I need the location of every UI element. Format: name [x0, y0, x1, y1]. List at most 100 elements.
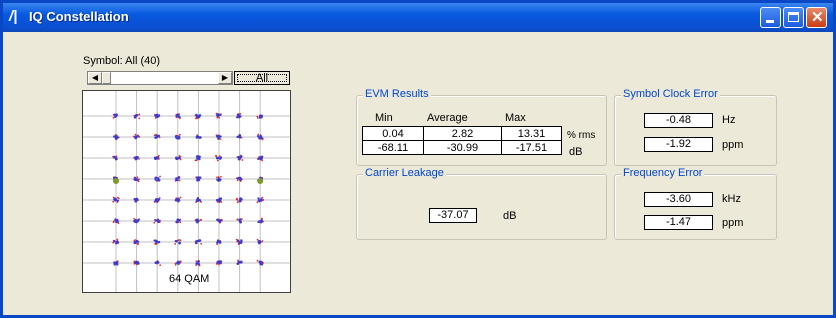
- constellation-point: [197, 178, 201, 182]
- constellation-point: [215, 156, 219, 160]
- constellation-point: [137, 218, 140, 222]
- constellation-point: [197, 239, 200, 243]
- constellation-point: [155, 134, 158, 137]
- constellation-point: [175, 240, 178, 243]
- title-bar[interactable]: /| IQ Constellation ✕: [3, 3, 833, 32]
- noise-point: [256, 259, 259, 262]
- constellation-point: [240, 239, 243, 242]
- noise-point: [178, 179, 181, 182]
- noise-point: [115, 155, 118, 158]
- noise-point: [257, 133, 260, 136]
- noise-point: [116, 238, 119, 241]
- constellation-point: [216, 113, 219, 116]
- symbol-scrollbar[interactable]: ◀ ▶: [87, 71, 233, 85]
- scroll-left-button[interactable]: ◀: [88, 72, 102, 84]
- noise-point: [159, 264, 162, 267]
- close-button[interactable]: ✕: [806, 7, 827, 28]
- constellation-point: [218, 179, 221, 182]
- symbol-clock-error-title: Symbol Clock Error: [621, 88, 720, 100]
- constellation-point: [134, 135, 138, 138]
- pilot-point: [257, 178, 264, 184]
- carrier-leakage-unit: dB: [503, 210, 517, 222]
- symbol-label: Symbol: All (40): [83, 55, 161, 67]
- noise-point: [241, 159, 244, 161]
- constellation-point: [176, 137, 180, 140]
- constellation-point: [133, 116, 137, 119]
- maximize-icon: [788, 12, 799, 22]
- carrier-leakage-title: Carrier Leakage: [363, 167, 446, 179]
- constellation-point: [178, 241, 181, 244]
- constellation-point: [113, 135, 116, 138]
- constellation-point: [258, 199, 261, 203]
- constellation-point: [217, 260, 221, 264]
- symbol-clock-error-group: Symbol Clock Error -0.48 Hz -1.92 ppm: [614, 88, 777, 166]
- constellation-point: [195, 135, 199, 138]
- constellation-point: [197, 155, 201, 158]
- noise-point: [179, 239, 182, 242]
- noise-point: [179, 196, 182, 199]
- noise-point: [236, 218, 239, 221]
- noise-point: [112, 220, 115, 223]
- constellation-point: [197, 115, 201, 119]
- constellation-point: [218, 113, 222, 117]
- constellation-point: [113, 240, 116, 243]
- constellation-point: [196, 221, 199, 224]
- noise-point: [216, 159, 219, 162]
- constellation-point: [218, 241, 221, 244]
- noise-point: [159, 175, 161, 178]
- evm-rms-max: 13.31: [501, 126, 562, 141]
- evm-row-db: -68.11 -30.99 -17.51: [362, 140, 562, 155]
- constellation-point: [155, 115, 159, 119]
- window-title: IQ Constellation: [29, 9, 129, 24]
- constellation-point: [258, 137, 261, 140]
- constellation-point: [215, 199, 219, 202]
- all-symbols-button[interactable]: All: [234, 71, 290, 85]
- carrier-leakage-group: Carrier Leakage -37.07 dB: [356, 167, 607, 240]
- constellation-point: [177, 197, 180, 201]
- constellation-point: [196, 176, 199, 180]
- frequency-error-khz-unit: kHz: [722, 193, 741, 205]
- constellation-point: [156, 179, 160, 182]
- constellation-point: [259, 262, 262, 266]
- constellation-point: [113, 113, 116, 116]
- constellation-point: [218, 199, 222, 202]
- constellation-point: [177, 115, 180, 118]
- evm-header-max: Max: [505, 112, 526, 124]
- scroll-right-button[interactable]: ▶: [218, 72, 232, 84]
- carrier-leakage-value: -37.07: [429, 208, 477, 223]
- noise-point: [256, 238, 259, 241]
- constellation-point: [236, 239, 240, 242]
- constellation-point: [237, 114, 240, 117]
- constellation-point: [114, 158, 118, 161]
- constellation-plot: 64 QAM: [82, 90, 291, 293]
- noise-point: [220, 175, 222, 178]
- constellation-point: [175, 198, 178, 201]
- constellation-point: [197, 260, 200, 263]
- constellation-point: [195, 199, 199, 202]
- frequency-error-group: Frequency Error -3.60 kHz -1.47 ppm: [614, 167, 777, 240]
- constellation-point: [260, 116, 263, 119]
- scroll-thumb[interactable]: [102, 72, 111, 84]
- evm-unit-rms: % rms: [567, 130, 596, 141]
- minimize-button[interactable]: [760, 7, 781, 28]
- noise-point: [179, 221, 182, 224]
- constellation-point: [177, 261, 180, 264]
- evm-db-average: -30.99: [423, 140, 502, 155]
- clock-error-hz-value: -0.48: [644, 113, 713, 128]
- right-arrow-icon: ▶: [221, 73, 229, 82]
- constellation-point: [237, 156, 241, 159]
- pilot-point: [113, 178, 119, 184]
- evm-row-rms: 0.04 2.82 13.31: [362, 126, 562, 141]
- evm-table: 0.04 2.82 13.31 -68.11 -30.99 -17.51: [362, 126, 562, 155]
- constellation-point: [177, 176, 180, 179]
- constellation-point: [198, 136, 201, 139]
- constellation-point: [113, 197, 117, 200]
- app-logo-icon: /|: [9, 8, 18, 25]
- noise-point: [138, 117, 141, 120]
- constellation-point: [216, 239, 220, 242]
- constellation-point: [135, 155, 138, 159]
- evm-db-max: -17.51: [501, 140, 562, 155]
- evm-results-title: EVM Results: [363, 88, 431, 100]
- maximize-button[interactable]: [783, 7, 804, 28]
- noise-point: [112, 200, 115, 203]
